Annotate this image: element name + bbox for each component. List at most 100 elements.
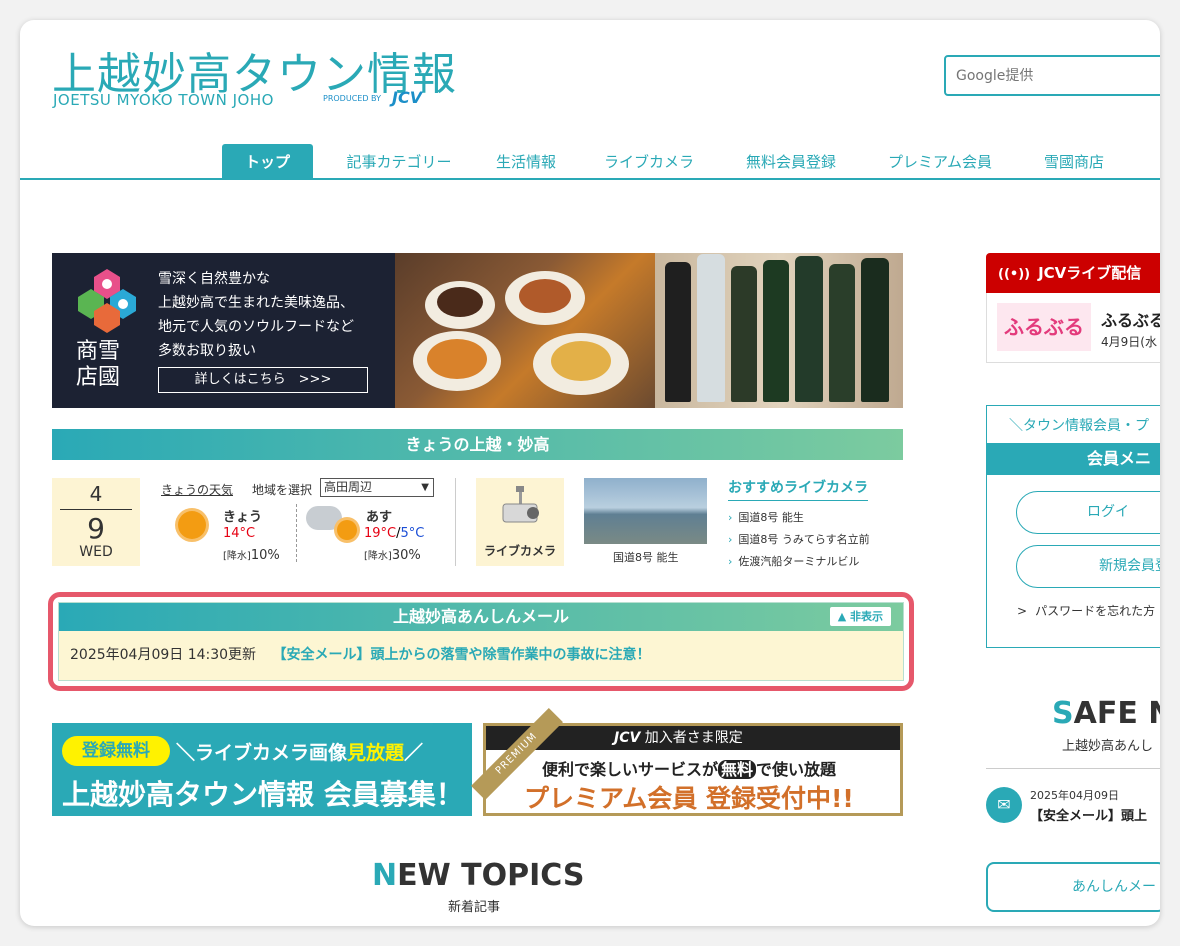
tomorrow-high: 19°C	[364, 526, 397, 541]
member-tagline: ＼タウン情報会員・プ	[1009, 418, 1149, 434]
broadcast-icon: ((•))	[998, 267, 1031, 282]
title-rest: AFE N	[1073, 696, 1160, 731]
new-topics-subtitle: 新着記事	[448, 900, 501, 915]
anshin-mail-alert: 上越妙高あんしんメール ▲ 非表示 2025年04月09日 14:30更新 【安…	[48, 592, 914, 691]
jcv-brand: JCV	[614, 730, 641, 746]
nav-top[interactable]: トップ	[222, 144, 313, 180]
region-selected-value: 高田周辺	[324, 480, 373, 494]
free-badge: 登録無料	[62, 736, 170, 766]
security-camera-icon	[502, 486, 539, 523]
search-input[interactable]	[944, 55, 1160, 96]
forgot-password-text: パスワードを忘れた方	[1035, 604, 1156, 618]
camera-thumb-caption: 国道8号 能生	[613, 551, 679, 564]
live-camera-button[interactable]: ライブカメラ	[476, 478, 564, 566]
new-topics-title: NEW TOPICS	[372, 858, 584, 893]
sunny-icon	[178, 511, 206, 539]
chevron-down-icon: ▼	[421, 482, 429, 493]
banner-line: 雪深く自然豊かな	[158, 271, 270, 287]
camera-thumbnail[interactable]	[584, 478, 707, 544]
site-subtitle: JOETSU MYOKO TOWN JOHO	[53, 91, 274, 109]
rain-label: [降水]	[223, 551, 251, 562]
sunny-small-icon	[337, 520, 357, 540]
premium-member-promo[interactable]: JCV 加入者さま限定 PREMIUM 便利で楽しいサービスが 無料 で使い放題 プ…	[471, 708, 903, 816]
tomorrow-label: あす	[366, 510, 393, 525]
chevron-right-icon: >	[1017, 604, 1028, 618]
nav-life[interactable]: 生活情報	[486, 144, 566, 180]
nav-categories[interactable]: 記事カテゴリー	[329, 144, 469, 180]
program-date: 4月9日(水	[1101, 335, 1157, 349]
rain-label: [降水]	[364, 551, 392, 562]
alert-title-text: 上越妙高あんしんメール	[392, 607, 569, 626]
main-nav: トップ 記事カテゴリー 生活情報 ライブカメラ 無料会員登録 プレミアム会員 雪…	[20, 144, 1160, 180]
banner-details-button[interactable]: 詳しくはこちら >>>	[158, 367, 368, 393]
program-logo: ふるぶる	[997, 303, 1091, 351]
date-weekday: WED	[79, 544, 113, 560]
premium-header: JCV 加入者さま限定	[614, 726, 743, 750]
date-month: 4	[89, 482, 103, 506]
alert-message-link[interactable]: 【安全メール】頭上からの落雪や除雪作業中の事故に注意！	[273, 647, 651, 663]
weather-link[interactable]: きょうの天気	[161, 481, 233, 498]
member-menu-header: 会員メニ	[987, 443, 1160, 475]
program-name: ふるぶる	[1101, 311, 1160, 330]
safe-news-subtitle: 上越妙高あんし	[1062, 739, 1154, 754]
member-menu-box: ＼タウン情報会員・プ 会員メニ ログイ 新規会員登 > パスワードを忘れた方	[986, 405, 1160, 648]
nav-premium[interactable]: プレミアム会員	[878, 144, 1002, 180]
shop-banner[interactable]: 商雪 店國 雪深く自然豊かな 上越妙高で生まれた美味逸品、 地元で人気のソウルフー…	[52, 253, 903, 408]
premium-text: で使い放題	[756, 760, 837, 779]
mail-date: 2025年04月09日	[1030, 789, 1119, 802]
live-title: JCVライブ配信	[1038, 264, 1142, 282]
sake-photo	[655, 253, 903, 408]
shop-emblem-icon	[78, 269, 136, 333]
premium-free-badge: 無料	[718, 760, 757, 779]
promo1-text: ＼ライブカメラ画像	[176, 742, 348, 764]
browser-window: 上越妙高タウン情報 JOETSU MYOKO TOWN JOHO PRODUCE…	[20, 20, 1160, 926]
live-camera-label: ライブカメラ	[483, 544, 556, 558]
safe-news-title: SAFE N	[1052, 696, 1160, 731]
title-initial: N	[372, 858, 398, 893]
mail-title-link[interactable]: 【安全メール】頭上	[1030, 805, 1147, 824]
banner-line: 地元で人気のソウルフードなど	[158, 319, 354, 335]
nav-free-register[interactable]: 無料会員登録	[734, 144, 848, 180]
tomorrow-rain: [降水]30%	[364, 547, 421, 563]
date-day: 9	[87, 512, 105, 545]
jcv-live-header: ((•)) JCVライブ配信	[986, 253, 1160, 293]
nav-live-camera[interactable]: ライブカメラ	[594, 144, 704, 180]
banner-text-panel: 商雪 店國 雪深く自然豊かな 上越妙高で生まれた美味逸品、 地元で人気のソウルフー…	[52, 253, 395, 408]
weather-divider	[296, 504, 297, 562]
anshin-mail-button[interactable]: あんしんメー	[986, 862, 1160, 912]
jcv-logo[interactable]: JCV	[392, 88, 422, 107]
recommend-camera-link[interactable]: 佐渡汽船ターミナルビル	[728, 553, 859, 569]
forgot-password-link[interactable]: > パスワードを忘れた方	[1017, 602, 1155, 619]
free-member-promo[interactable]: 登録無料 ＼ライブカメラ画像見放題／ 上越妙高タウン情報 会員募集！	[52, 723, 472, 816]
recommend-camera-link[interactable]: 国道8号 能生	[728, 509, 804, 525]
banner-line: 多数お取り扱い	[158, 343, 256, 359]
today-label: きょう	[223, 510, 263, 525]
today-heading: きょうの上越・妙高	[52, 429, 903, 460]
alert-hide-button[interactable]: ▲ 非表示	[829, 607, 891, 626]
promo1-text: ／	[404, 742, 424, 764]
promo1-highlight: 見放題	[347, 742, 405, 764]
banner-copy: 雪深く自然豊かな 上越妙高で生まれた美味逸品、 地元で人気のソウルフードなど 多…	[158, 267, 354, 363]
banner-line: 上越妙高で生まれた美味逸品、	[158, 295, 354, 311]
alert-title: 上越妙高あんしんメール ▲ 非表示	[59, 603, 903, 631]
premium-text: 便利で楽しいサービスが	[542, 760, 719, 779]
title-initial: S	[1052, 696, 1074, 731]
premium-header-text: 加入者さま限定	[644, 730, 743, 746]
rain-value: 30%	[391, 548, 421, 563]
tomorrow-low: 5°C	[400, 526, 425, 541]
recommend-camera-link[interactable]: 国道8号 うみてらす名立前	[728, 531, 869, 547]
login-button[interactable]: ログイ	[1016, 491, 1160, 534]
nav-yukiguni-shop[interactable]: 雪國商店	[1032, 144, 1116, 180]
live-program-card[interactable]: ふるぶる ふるぶる 4月9日(水	[986, 293, 1160, 363]
produced-by-label: PRODUCED BY	[323, 94, 381, 103]
date-box: 4 9 WED	[52, 478, 140, 566]
register-button[interactable]: 新規会員登	[1016, 545, 1160, 588]
recommend-camera-title: おすすめライブカメラ	[728, 477, 868, 501]
today-rain: [降水]10%	[223, 547, 280, 563]
region-select[interactable]: 高田周辺 ▼	[320, 478, 434, 497]
divider	[986, 768, 1160, 769]
alert-body: 2025年04月09日 14:30更新 【安全メール】頭上からの落雪や除雪作業中…	[59, 631, 903, 680]
promo1-line2: 上越妙高タウン情報 会員募集！	[62, 778, 464, 811]
mail-icon: ✉	[986, 787, 1022, 823]
premium-line1: 便利で楽しいサービスが 無料 で使い放題	[542, 756, 836, 780]
